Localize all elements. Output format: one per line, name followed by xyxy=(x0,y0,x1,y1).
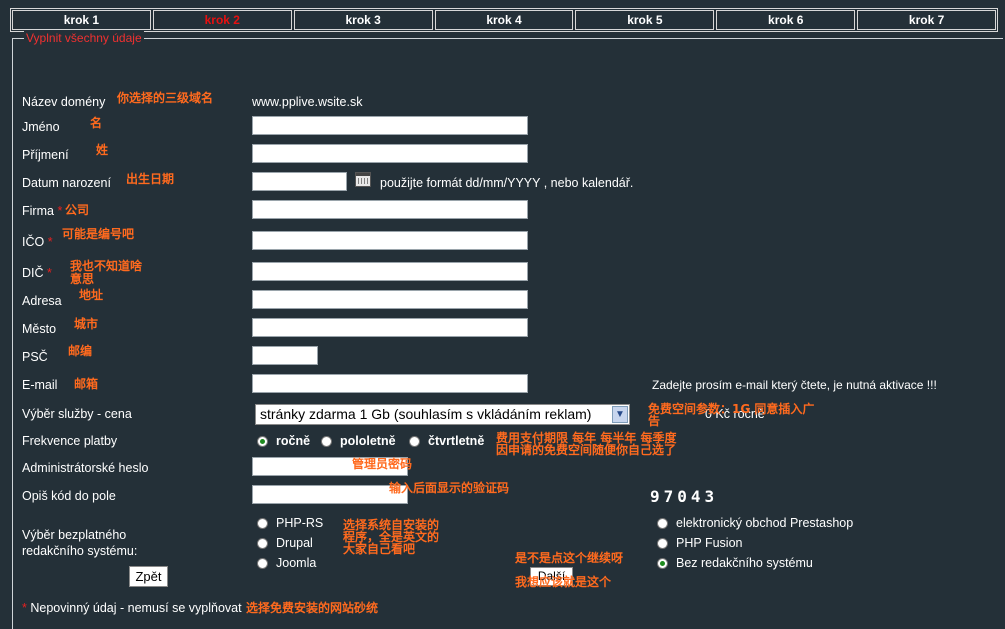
address-input[interactable] xyxy=(252,290,528,309)
service-select[interactable]: stránky zdarma 1 Gb (souhlasím s vkládán… xyxy=(255,404,630,425)
ico-input[interactable] xyxy=(252,231,528,250)
captcha-image: 97043 xyxy=(650,487,719,506)
birthdate-label: Datum narození xyxy=(22,176,111,190)
captcha-input[interactable] xyxy=(252,485,408,504)
step-1[interactable]: krok 1 xyxy=(12,10,151,30)
frequency-option-halfyear: pololetně xyxy=(340,434,396,448)
cms-label-line1: Výběr bezplatného xyxy=(22,528,127,542)
dic-label: DIČ * xyxy=(22,266,52,280)
admin-password-label: Administrátorské heslo xyxy=(22,461,149,475)
admin-password-note: 管理员密码 xyxy=(352,457,413,471)
cms-radio-phpfusion[interactable] xyxy=(657,538,668,549)
city-note: 城市 xyxy=(74,317,99,331)
cms-radio-drupal[interactable] xyxy=(257,538,268,549)
domain-value: www.pplive.wsite.sk xyxy=(252,95,363,109)
domain-label: Název domény xyxy=(22,95,106,109)
step-2[interactable]: krok 2 xyxy=(152,10,292,30)
cms-radio-joomla[interactable] xyxy=(257,558,268,569)
footer-note: 选择免费安装的网站砂统 xyxy=(246,601,379,615)
dic-input[interactable] xyxy=(252,262,528,281)
frequency-label: Frekvence platby xyxy=(22,434,118,448)
company-label-text: Firma xyxy=(22,204,54,218)
zip-input[interactable] xyxy=(252,346,318,365)
frequency-note-line2: 因申请的免费空间随便你自己选了 xyxy=(496,443,677,457)
step-4[interactable]: krok 4 xyxy=(434,10,574,30)
email-input[interactable] xyxy=(252,374,528,393)
frequency-radio-halfyear[interactable] xyxy=(321,436,332,447)
birthdate-input[interactable] xyxy=(252,172,347,191)
service-note-line2: 告 xyxy=(648,414,661,428)
first-name-label: Jméno xyxy=(22,120,60,134)
next-note-line1: 是不是点这个继续呀 xyxy=(515,551,624,565)
step-5[interactable]: krok 5 xyxy=(575,10,715,30)
service-label: Výběr služby - cena xyxy=(22,407,132,421)
fieldset-legend: Vyplnit všechny údaje xyxy=(24,31,144,45)
cms-radio-none[interactable] xyxy=(657,558,668,569)
cms-option-joomla: Joomla xyxy=(276,556,317,570)
ico-label: IČO * xyxy=(22,235,53,249)
footer-text: Nepovinný údaj - nemusí se vyplňovat xyxy=(30,601,242,615)
email-label: E-mail xyxy=(22,378,58,392)
dic-note-line2: 意思 xyxy=(70,272,95,286)
company-input[interactable] xyxy=(252,200,528,219)
address-note: 地址 xyxy=(79,288,104,302)
birthdate-note: 出生日期 xyxy=(126,172,175,186)
cms-option-phpfusion: PHP Fusion xyxy=(676,536,743,550)
captcha-note: 输入后面显示的验证码 xyxy=(389,481,510,495)
step-3[interactable]: krok 3 xyxy=(293,10,433,30)
email-note: 邮箱 xyxy=(74,377,99,391)
cms-radio-prestashop[interactable] xyxy=(657,518,668,529)
zip-label: PSČ xyxy=(22,350,48,364)
cms-option-drupal: Drupal xyxy=(276,536,313,550)
zip-note: 邮编 xyxy=(68,344,93,358)
frequency-radio-quarterly[interactable] xyxy=(409,436,420,447)
footer-required-note: * Nepovinný údaj - nemusí se vyplňovat xyxy=(22,601,242,615)
city-input[interactable] xyxy=(252,318,528,337)
frequency-radio-yearly[interactable] xyxy=(257,436,268,447)
first-name-input[interactable] xyxy=(252,116,528,135)
step-6[interactable]: krok 6 xyxy=(716,10,856,30)
cms-radio-phprs[interactable] xyxy=(257,518,268,529)
step-7[interactable]: krok 7 xyxy=(857,10,997,30)
email-hint: Zadejte prosím e-mail který čtete, je nu… xyxy=(652,378,937,392)
cms-option-prestashop: elektronický obchod Prestashop xyxy=(676,516,854,530)
last-name-input[interactable] xyxy=(252,144,528,163)
address-label: Adresa xyxy=(22,294,62,308)
last-name-label: Příjmení xyxy=(22,148,69,162)
service-selected: stránky zdarma 1 Gb (souhlasím s vkládán… xyxy=(260,406,592,422)
frequency-option-yearly: ročně xyxy=(276,434,311,448)
ico-note: 可能是编号吧 xyxy=(62,227,135,241)
company-label: Firma * xyxy=(22,204,62,218)
cms-option-none: Bez redakčního systému xyxy=(676,556,813,570)
steps-bar: krok 1 krok 2 krok 3 krok 4 krok 5 krok … xyxy=(10,8,998,32)
required-asterisk: * xyxy=(57,204,63,218)
calendar-icon[interactable] xyxy=(355,172,371,187)
birthdate-hint: použijte formát dd/mm/YYYY , nebo kalend… xyxy=(380,176,634,190)
required-asterisk: * xyxy=(47,266,52,280)
frequency-option-quarterly: čtvrtletně xyxy=(428,434,485,448)
first-name-note: 名 xyxy=(90,116,103,130)
ico-label-text: IČO xyxy=(22,235,45,249)
next-note-line2: 我想应该就是这个 xyxy=(515,575,612,589)
required-asterisk: * xyxy=(47,235,53,249)
service-note-line1: 免费空间参数：1G 同意插入广 xyxy=(648,402,815,416)
cms-label-line2: redakčního systému: xyxy=(22,544,138,558)
company-note: 公司 xyxy=(65,203,90,217)
required-asterisk: * xyxy=(22,601,27,615)
back-button[interactable]: Zpět xyxy=(129,566,168,587)
chevron-down-icon[interactable]: ▼ xyxy=(612,406,628,423)
captcha-label: Opiš kód do pole xyxy=(22,489,116,503)
cms-option-phprs: PHP-RS xyxy=(276,516,324,530)
last-name-note: 姓 xyxy=(96,143,109,157)
dic-label-text: DIČ xyxy=(22,266,44,280)
domain-note: 你选择的三级域名 xyxy=(117,91,214,105)
cms-note-line3: 大家自己看吧 xyxy=(343,542,416,556)
city-label: Město xyxy=(22,322,57,336)
